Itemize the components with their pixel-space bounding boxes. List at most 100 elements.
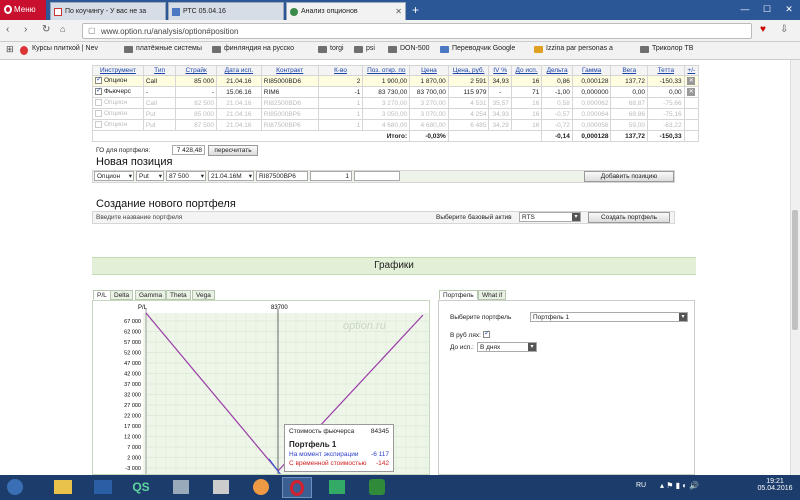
delete-row-icon[interactable]: ✕ bbox=[687, 88, 696, 96]
qty-cell[interactable]: 1 bbox=[317, 119, 364, 131]
col-header[interactable]: Вега bbox=[610, 65, 649, 76]
open-price-cell[interactable]: 1 900,00 bbox=[362, 75, 411, 87]
tab-what-if[interactable]: What if bbox=[478, 290, 507, 300]
type-cell: Put bbox=[142, 108, 177, 120]
tab-pl[interactable]: P/L bbox=[93, 290, 111, 300]
row-checkbox[interactable] bbox=[95, 110, 102, 118]
bookmark-folder[interactable]: платёжные системы bbox=[124, 45, 202, 53]
col-header[interactable]: До исп. bbox=[510, 65, 543, 76]
bookmark-folder[interactable]: финляндия на русско bbox=[212, 45, 294, 53]
col-header[interactable]: Дельта bbox=[541, 65, 573, 76]
heart-icon[interactable]: ♥ bbox=[760, 24, 766, 35]
row-checkbox[interactable] bbox=[95, 86, 102, 96]
open-price-cell[interactable]: 3 270,00 bbox=[362, 97, 411, 109]
contract-cell: RI87500BP6 bbox=[260, 119, 319, 131]
date-select[interactable]: 21.04.16M ▾ bbox=[208, 171, 254, 181]
bookmark-folder[interactable]: DON-500 bbox=[388, 45, 430, 53]
tab-vega[interactable]: Vega bbox=[192, 290, 215, 300]
tab-delta[interactable]: Delta bbox=[110, 290, 134, 300]
close-tab-icon[interactable]: ✕ bbox=[395, 7, 402, 16]
delete-row-icon[interactable]: ✕ bbox=[687, 77, 696, 85]
recalculate-button[interactable]: пересчитать bbox=[208, 145, 258, 156]
delta-cell: 0,86 bbox=[541, 75, 573, 87]
open-price-field[interactable] bbox=[354, 171, 400, 181]
col-header[interactable]: Тип bbox=[142, 65, 177, 76]
col-header[interactable]: Тетта bbox=[647, 65, 685, 76]
bookmark-folder[interactable]: torgi bbox=[318, 45, 344, 53]
reload-icon[interactable]: ↻ bbox=[42, 24, 50, 35]
type-select[interactable]: Put ▾ bbox=[136, 171, 164, 181]
row-checkbox[interactable] bbox=[95, 121, 102, 129]
minimize-icon[interactable]: — bbox=[734, 0, 756, 20]
col-header[interactable]: Поз. откр. по bbox=[362, 65, 411, 76]
taskbar-app[interactable] bbox=[166, 477, 196, 498]
close-window-icon[interactable]: ✕ bbox=[778, 0, 800, 20]
new-tab-icon[interactable]: + bbox=[412, 3, 419, 17]
strike-select[interactable]: 87 500 ▾ bbox=[166, 171, 206, 181]
col-header[interactable]: Страйк bbox=[175, 65, 218, 76]
taskbar-app[interactable] bbox=[206, 477, 236, 498]
bookmark-item[interactable]: Izzina par personas a bbox=[534, 45, 613, 53]
col-header[interactable]: Гамма bbox=[571, 65, 612, 76]
bookmarks-grid-icon[interactable]: ⊞ bbox=[6, 44, 14, 55]
scrollbar-thumb[interactable] bbox=[792, 210, 798, 330]
tab-gmail[interactable]: По коучингу - У вас не за bbox=[50, 2, 166, 20]
col-header[interactable]: Дата исп. bbox=[216, 65, 262, 76]
download-icon[interactable]: ⇩ bbox=[780, 24, 788, 35]
qty-cell[interactable]: 2 bbox=[317, 75, 364, 87]
taskbar-app[interactable] bbox=[246, 477, 276, 498]
maximize-icon[interactable]: ☐ bbox=[756, 0, 778, 20]
taskbar-app[interactable] bbox=[322, 477, 352, 498]
tab-rts[interactable]: РТС 05.04.16 bbox=[168, 2, 284, 20]
opera-menu-button[interactable]: Меню bbox=[0, 0, 46, 20]
col-header[interactable]: Цена, руб. bbox=[447, 65, 490, 76]
qty-cell[interactable]: 1 bbox=[317, 97, 364, 109]
forward-icon[interactable]: › bbox=[24, 24, 27, 35]
taskbar-app[interactable] bbox=[48, 477, 78, 498]
until-expiry-select[interactable]: В днях ▾ bbox=[477, 342, 537, 352]
taskbar-app[interactable] bbox=[362, 477, 392, 498]
bookmark-folder[interactable]: Триколор ТВ bbox=[640, 45, 693, 53]
home-icon[interactable]: ⌂ bbox=[60, 24, 65, 34]
qty-cell[interactable]: -1 bbox=[317, 86, 364, 98]
url-input[interactable]: ▢ www.option.ru/analysis/option#position bbox=[82, 23, 752, 39]
clock[interactable]: 19:21 05.04.2016 bbox=[755, 478, 795, 492]
bookmark-item[interactable]: Переводчик Google bbox=[440, 45, 515, 53]
portfolio-name-input[interactable]: Введите название портфеля bbox=[96, 214, 182, 221]
language-indicator[interactable]: RU bbox=[636, 482, 646, 489]
iv-cell: 34,93 bbox=[488, 108, 512, 120]
bookmark-item[interactable]: Курсы плиткой | Nev bbox=[20, 45, 98, 55]
tab-gamma[interactable]: Gamma bbox=[135, 290, 167, 300]
row-checkbox[interactable] bbox=[95, 99, 102, 107]
tab-portfolio[interactable]: Портфель bbox=[439, 290, 478, 300]
base-asset-select[interactable]: RTS ▾ bbox=[519, 212, 581, 222]
col-header[interactable]: Цена bbox=[409, 65, 449, 76]
qty-field[interactable]: 1 bbox=[310, 171, 352, 181]
open-price-cell[interactable]: 83 730,00 bbox=[362, 86, 411, 98]
open-price-cell[interactable]: 4 680,00 bbox=[362, 119, 411, 131]
col-header[interactable]: Контракт bbox=[260, 65, 319, 76]
col-header[interactable]: К-во bbox=[317, 65, 364, 76]
tab-theta[interactable]: Theta bbox=[166, 290, 191, 300]
open-price-cell[interactable]: 3 050,00 bbox=[362, 108, 411, 120]
row-checkbox[interactable] bbox=[95, 75, 102, 85]
col-header[interactable]: Инструмент bbox=[92, 65, 144, 76]
bookmark-folder[interactable]: psi bbox=[354, 45, 375, 53]
bookmark-label: Izzina par personas a bbox=[546, 45, 613, 52]
start-button[interactable] bbox=[4, 477, 26, 498]
in-rubles-checkbox[interactable] bbox=[483, 329, 490, 338]
instrument-select[interactable]: Опцион ▾ bbox=[94, 171, 134, 181]
add-position-button[interactable]: Добавить позицию bbox=[584, 171, 674, 182]
col-header[interactable]: IV % bbox=[488, 65, 512, 76]
tray-icons[interactable]: ▴ ⚑ ▮ ◐ 🔊 bbox=[660, 481, 699, 490]
create-portfolio-button[interactable]: Создать портфель bbox=[588, 212, 670, 223]
portfolio-select[interactable]: Портфель 1 ▾ bbox=[530, 312, 688, 322]
go-value: 7 428,48 bbox=[172, 145, 205, 155]
tab-options[interactable]: Анализ опционов ✕ bbox=[286, 2, 406, 20]
back-icon[interactable]: ‹ bbox=[6, 24, 9, 35]
taskbar-app[interactable] bbox=[88, 477, 118, 498]
taskbar-app-active[interactable] bbox=[282, 477, 312, 498]
qs-app-icon[interactable]: QS bbox=[126, 477, 156, 498]
qty-cell[interactable]: 1 bbox=[317, 108, 364, 120]
totals-pct: -0,03% bbox=[409, 130, 449, 142]
